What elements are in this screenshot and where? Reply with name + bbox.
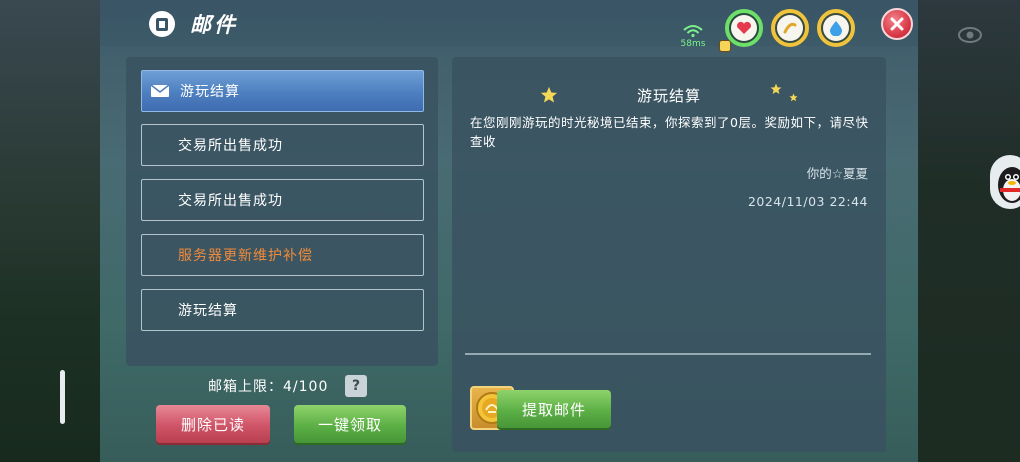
mail-item-label: 服务器更新维护补偿 (178, 248, 313, 264)
mail-item-label: 游玩结算 (178, 303, 238, 319)
mail-detail-body: 在您刚刚游玩的时光秘境已结束，你探索到了0层。奖励如下，请尽快查收 (470, 115, 869, 149)
mail-item-4[interactable]: 游玩结算 (141, 289, 424, 331)
side-drawer-handle[interactable] (60, 370, 65, 424)
close-icon (890, 17, 904, 31)
wifi-icon (683, 25, 703, 38)
mail-item-label: 交易所出售成功 (178, 138, 283, 154)
mail-detail-title: 游玩结算 (636, 87, 701, 105)
close-button[interactable] (881, 8, 913, 40)
latency-label: 58ms (680, 39, 706, 49)
delete-read-button[interactable]: 删除已读 (156, 405, 270, 443)
mail-item-label: 交易所出售成功 (178, 193, 283, 209)
eye-icon[interactable] (958, 26, 982, 44)
shield-badge-icon (719, 40, 731, 52)
heart-icon (737, 21, 751, 34)
network-indicator: 58ms (673, 22, 713, 49)
game-scene-left (0, 0, 100, 462)
food-icon (783, 22, 797, 34)
mail-item-1[interactable]: 交易所出售成功 (141, 124, 424, 166)
help-button[interactable]: ? (345, 375, 367, 397)
mail-date: 2024/11/03 22:44 (747, 194, 868, 209)
mail-item-0[interactable]: 游玩结算 (141, 70, 424, 112)
mail-window: 邮件 58ms 游玩结算 交易所出售成功 交易所出售成功 服务器更新维护补偿 游… (100, 0, 918, 462)
mail-list-panel: 游玩结算 交易所出售成功 交易所出售成功 服务器更新维护补偿 游玩结算 (126, 57, 438, 366)
qq-penguin-icon[interactable] (990, 155, 1020, 209)
mail-sender: 你的☆夏夏 (806, 166, 868, 181)
envelope-icon (150, 84, 170, 97)
title-bar: 邮件 58ms (100, 0, 918, 52)
claim-all-button[interactable]: 一键领取 (294, 405, 406, 443)
hunger-gauge (771, 9, 809, 47)
mailbox-capacity: 邮箱上限：4/100 (208, 379, 329, 395)
attachment-divider (465, 353, 871, 355)
mail-item-label: 游玩结算 (180, 84, 240, 100)
retrieve-mail-button[interactable]: 提取邮件 (497, 390, 611, 428)
game-scene-right (918, 0, 1020, 462)
mail-item-3[interactable]: 服务器更新维护补偿 (141, 234, 424, 276)
window-title: 邮件 (190, 13, 238, 37)
mail-app-icon (149, 11, 175, 37)
thirst-gauge (817, 9, 855, 47)
water-drop-icon (830, 21, 842, 36)
mail-item-2[interactable]: 交易所出售成功 (141, 179, 424, 221)
